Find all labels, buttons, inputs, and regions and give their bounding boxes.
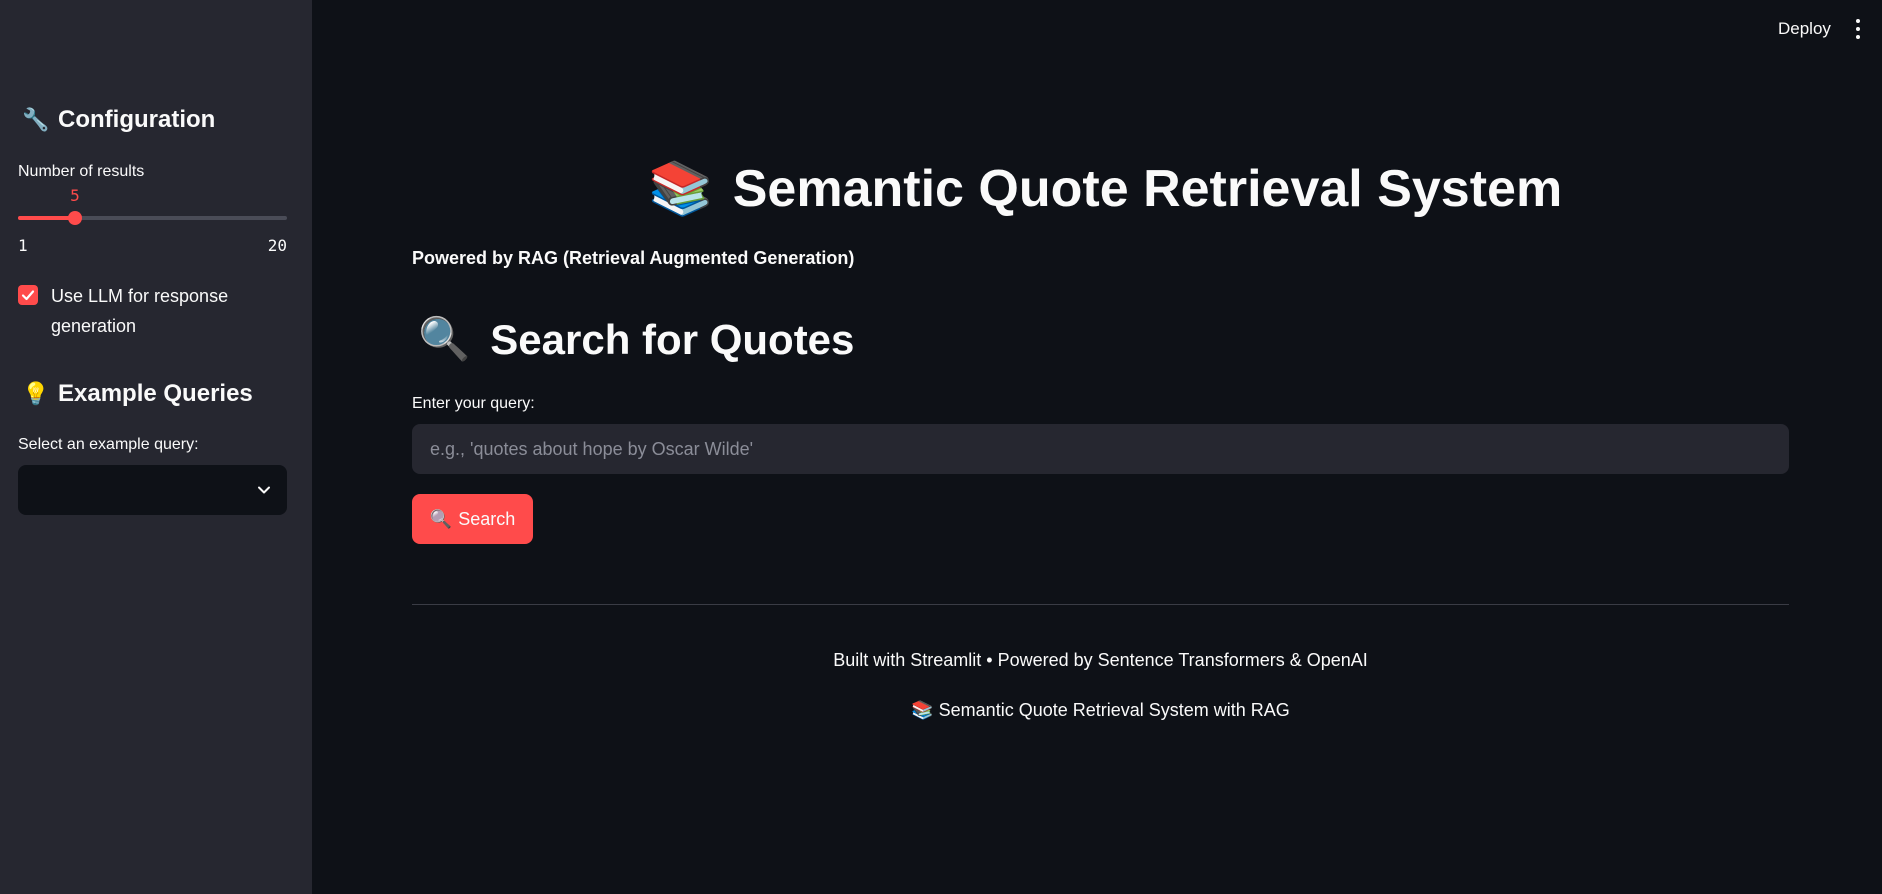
slider-fill	[18, 216, 75, 220]
app: 🔧 Configuration Number of results 5 1 20…	[0, 0, 1882, 894]
configuration-heading-text: Configuration	[58, 106, 216, 133]
search-button[interactable]: 🔍 Search	[412, 494, 533, 544]
configuration-heading: 🔧 Configuration	[22, 106, 215, 134]
example-query-select[interactable]	[18, 465, 287, 515]
slider-min-label: 1	[18, 236, 28, 255]
page-title-text: Semantic Quote Retrieval System	[732, 159, 1563, 218]
footer-tagline: 📚 Semantic Quote Retrieval System with R…	[412, 700, 1789, 721]
example-select-label: Select an example query:	[18, 436, 199, 453]
footer-credits: Built with Streamlit • Powered by Senten…	[833, 650, 1368, 670]
example-queries-heading: 💡 Example Queries	[22, 380, 253, 408]
example-queries-heading-text: Example Queries	[58, 380, 253, 407]
books-icon: 📚	[648, 160, 713, 218]
slider-value: 5	[70, 186, 80, 205]
lightbulb-icon: 💡	[22, 381, 50, 406]
llm-checkbox-label[interactable]: Use LLM for response generation	[51, 281, 271, 341]
results-slider-label: Number of results	[18, 163, 145, 180]
magnifier-icon: 🔍	[418, 315, 471, 362]
footer-tagline-text: Semantic Quote Retrieval System with RAG	[938, 700, 1290, 720]
divider	[412, 604, 1789, 605]
footer-books-icon: 📚	[911, 700, 934, 720]
llm-checkbox[interactable]	[18, 285, 38, 305]
results-slider-thumb[interactable]	[68, 211, 82, 225]
search-heading-text: Search for Quotes	[490, 315, 855, 363]
kebab-menu-icon[interactable]	[1855, 19, 1861, 41]
sidebar: 🔧 Configuration Number of results 5 1 20…	[0, 0, 312, 894]
search-button-label: Search	[458, 508, 516, 529]
deploy-button[interactable]: Deploy	[1778, 19, 1831, 39]
search-heading: 🔍 Search for Quotes	[418, 315, 854, 364]
query-input[interactable]	[412, 424, 1789, 474]
slider-max-label: 20	[267, 236, 287, 255]
page-title: 📚 Semantic Quote Retrieval System	[648, 158, 1562, 219]
chevron-down-icon	[258, 486, 270, 494]
results-slider-track[interactable]	[18, 216, 287, 220]
check-icon	[21, 290, 35, 301]
query-label: Enter your query:	[412, 395, 535, 412]
page-subtitle: Powered by RAG (Retrieval Augmented Gene…	[412, 248, 855, 268]
search-icon: 🔍	[429, 508, 453, 529]
wrench-icon: 🔧	[22, 107, 50, 132]
